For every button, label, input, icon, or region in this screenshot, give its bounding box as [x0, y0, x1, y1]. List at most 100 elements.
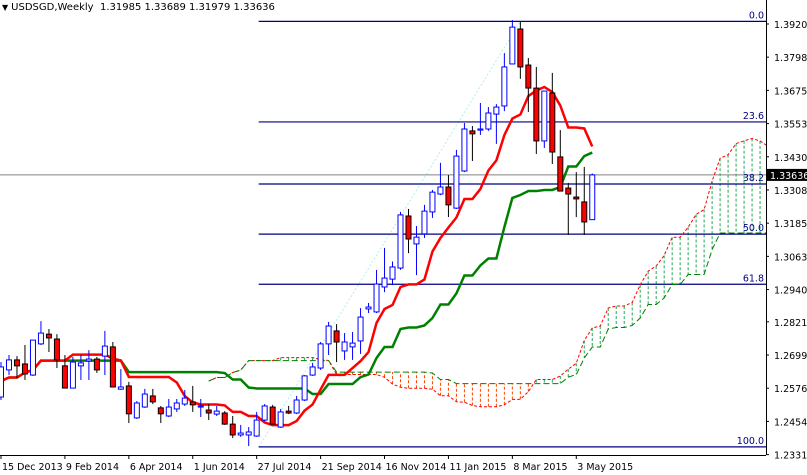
candle: [469, 126, 476, 161]
price-tick-label: 1.26990: [774, 351, 807, 362]
candle-body: [533, 87, 540, 142]
candle-body: [29, 339, 36, 376]
candle: [461, 123, 468, 173]
candle-body: [85, 358, 92, 362]
candle-body: [205, 409, 212, 414]
candle-body: [565, 187, 572, 195]
fib-level-label: 50.0: [743, 223, 764, 234]
candle-body: [101, 345, 108, 357]
candle-body: [557, 156, 564, 192]
candle: [533, 66, 540, 154]
candle-body: [277, 411, 284, 428]
candle-body: [221, 412, 228, 425]
candle-body: [357, 316, 364, 342]
candle: [341, 333, 348, 360]
candle-body: [437, 186, 444, 195]
candle: [157, 405, 164, 424]
candle: [117, 369, 124, 390]
candle-body: [477, 128, 484, 131]
candle-body: [549, 92, 556, 153]
date-label: 16 Nov 2014: [386, 462, 447, 473]
candle: [557, 130, 564, 192]
candle: [357, 308, 364, 354]
candle-body: [213, 410, 220, 415]
candle-body: [541, 90, 548, 142]
date-label: 15 Dec 2013: [2, 462, 63, 473]
candle: [573, 172, 580, 218]
candle: [197, 398, 204, 418]
dropdown-arrow-icon[interactable]: ▼: [2, 3, 8, 12]
candle: [517, 21, 524, 79]
price-tick-label: 1.30630: [774, 252, 807, 263]
candle: [309, 362, 316, 376]
candle: [221, 411, 228, 425]
candle-body: [389, 266, 396, 280]
candlestick-chart[interactable]: 0.0 23.6 38.2 50.0 61.8 100.0 1.39205 1.37980 1…: [0, 0, 807, 475]
candle-body: [149, 395, 156, 403]
price-tick-label: 1.28215: [774, 318, 807, 329]
candle: [549, 72, 556, 164]
candle: [365, 302, 372, 314]
candle: [5, 355, 12, 376]
price-tick-label: 1.25765: [774, 384, 807, 395]
candle: [29, 339, 36, 376]
candle: [109, 342, 116, 388]
candle-body: [501, 66, 508, 107]
candle-body: [77, 362, 84, 367]
candle: [213, 405, 220, 416]
date-label: 21 Sep 2014: [322, 462, 382, 473]
price-tick-label: 1.23315: [774, 451, 807, 462]
candle: [237, 424, 244, 437]
candle-body: [325, 325, 332, 345]
candle-body: [421, 210, 428, 235]
fib-level-label: 38.2: [743, 173, 764, 184]
senkou-span-b: [208, 232, 766, 385]
price-tick-label: 1.37980: [774, 53, 807, 64]
candle: [229, 415, 236, 438]
candle-body: [453, 155, 460, 209]
date-label: 6 Apr 2014: [130, 462, 183, 473]
candle-body: [509, 26, 516, 65]
candle-body: [261, 405, 268, 421]
candle: [261, 404, 268, 422]
candle: [581, 166, 588, 235]
candle-body: [293, 399, 300, 414]
candle-body: [301, 375, 308, 401]
senkou-span-a: [208, 137, 766, 408]
candle-body: [245, 431, 252, 436]
candle-body: [461, 128, 468, 172]
candle: [453, 149, 460, 209]
symbol-label: USDSGD,Weekly: [11, 2, 94, 13]
candle-body: [253, 419, 260, 437]
candle: [53, 334, 60, 369]
candle: [381, 247, 388, 293]
date-label: 9 Feb 2014: [66, 462, 119, 473]
candle: [493, 104, 500, 144]
candle-body: [0, 366, 4, 398]
candle-body: [125, 385, 132, 415]
candle: [437, 162, 444, 196]
price-tick-label: 1.31855: [774, 219, 807, 230]
candle: [101, 330, 108, 376]
candle-body: [5, 359, 12, 371]
candle: [445, 175, 452, 218]
candle: [565, 182, 572, 235]
candle-body: [237, 432, 244, 436]
candle: [589, 173, 596, 221]
candle-body: [397, 214, 404, 269]
candle-body: [485, 112, 492, 130]
candle: [189, 385, 196, 412]
candle-body: [45, 333, 52, 339]
price-tick-label: 1.34305: [774, 153, 807, 164]
candle-body: [173, 402, 180, 410]
candle: [125, 381, 132, 424]
candle-body: [365, 306, 372, 310]
price-tick-label: 1.33080: [774, 186, 807, 197]
candle-body: [373, 283, 380, 313]
fib-level-label: 23.6: [743, 111, 764, 122]
candle: [485, 107, 492, 131]
candle: [509, 20, 516, 65]
candle: [317, 342, 324, 370]
price-tick-label: 1.39205: [774, 20, 807, 31]
candle: [389, 261, 396, 286]
